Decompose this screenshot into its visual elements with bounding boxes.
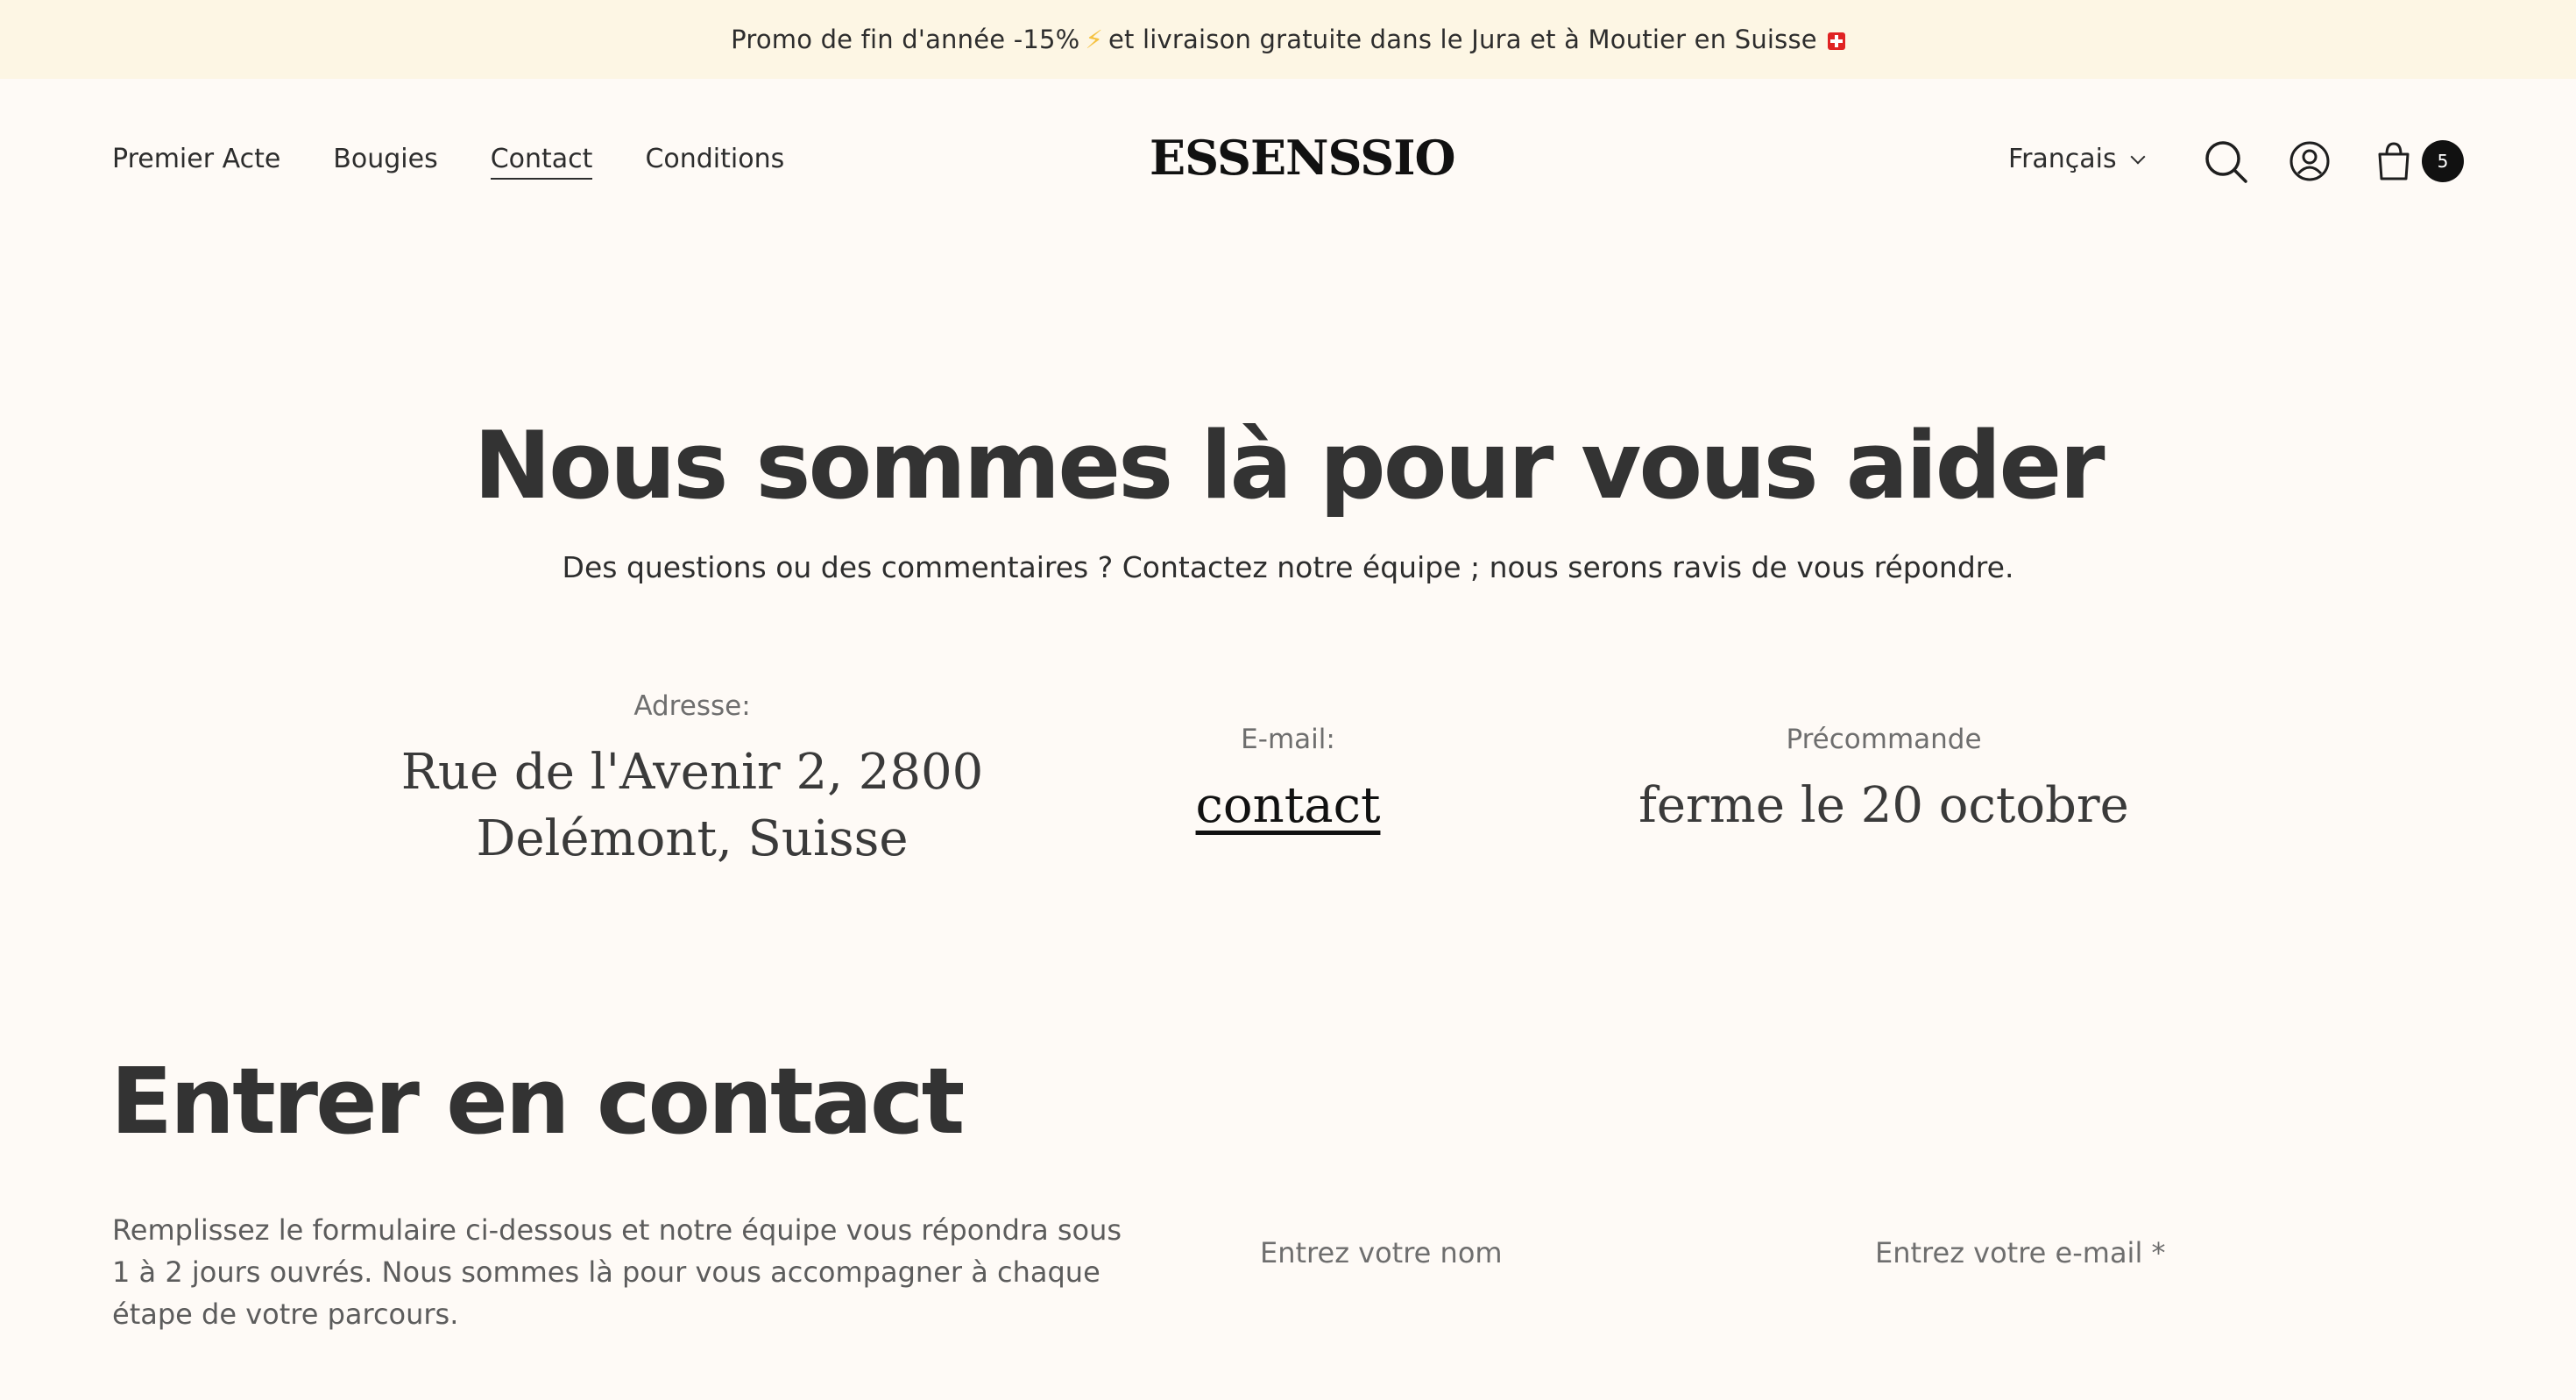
nav-item-bougies[interactable]: Bougies <box>333 144 437 180</box>
nav-item-premier-acte[interactable]: Premier Acte <box>112 144 280 180</box>
preorder-value: ferme le 20 octobre <box>1638 777 2129 834</box>
chevron-down-icon <box>2130 149 2146 164</box>
contact-description: Remplissez le formulaire ci-dessous et n… <box>112 1213 1122 1331</box>
address-label: Adresse: <box>633 690 751 722</box>
name-field[interactable] <box>1260 1227 1821 1279</box>
account-icon <box>2289 141 2330 181</box>
email-block: E-mail: contact <box>1113 724 1463 839</box>
preorder-block: Précommande ferme le 20 octobre <box>1577 724 2190 839</box>
address-line-2: Delémont, Suisse <box>476 810 909 867</box>
address-line-1: Rue de l'Avenir 2, 2800 <box>400 744 984 801</box>
language-selector[interactable]: Français <box>2008 144 2146 174</box>
search-button[interactable] <box>2203 138 2248 184</box>
swiss-flag-icon <box>1827 32 1845 50</box>
announcement-bar: Promo de fin d'année -15% ⚡ et livraison… <box>0 0 2576 79</box>
nav-item-conditions[interactable]: Conditions <box>645 144 784 180</box>
page-subtitle: Des questions ou des commentaires ? Cont… <box>562 550 2014 584</box>
page-title: Nous sommes là pour vous aider <box>473 412 2105 520</box>
announcement-text-before: Promo de fin d'année -15% <box>731 25 1080 54</box>
lightning-icon: ⚡ <box>1085 25 1104 54</box>
search-icon <box>2205 141 2247 183</box>
language-label: Français <box>2008 144 2117 174</box>
cart-count-badge[interactable]: 5 <box>2422 140 2464 182</box>
cart-icon <box>2378 142 2410 180</box>
address-block: Adresse: Rue de l'Avenir 2, 2800 Delémon… <box>386 690 999 873</box>
announcement-text-after: et livraison gratuite dans le Jura et à … <box>1108 25 1817 54</box>
nav-item-contact[interactable]: Contact <box>490 144 593 180</box>
account-button[interactable] <box>2287 138 2332 184</box>
email-field[interactable] <box>1875 1227 2436 1279</box>
cart-button[interactable] <box>2371 138 2417 184</box>
main-nav: Premier Acte Bougies Contact Conditions <box>112 144 784 180</box>
contact-section-title: Entrer en contact <box>110 1048 965 1155</box>
email-link[interactable]: contact <box>1113 773 1463 839</box>
email-label: E-mail: <box>1241 724 1335 755</box>
site-header: Premier Acte Bougies Contact Conditions … <box>0 79 2576 245</box>
preorder-label: Précommande <box>1786 724 1982 755</box>
brand-logo[interactable]: ESSENSSIO <box>1150 130 1456 186</box>
